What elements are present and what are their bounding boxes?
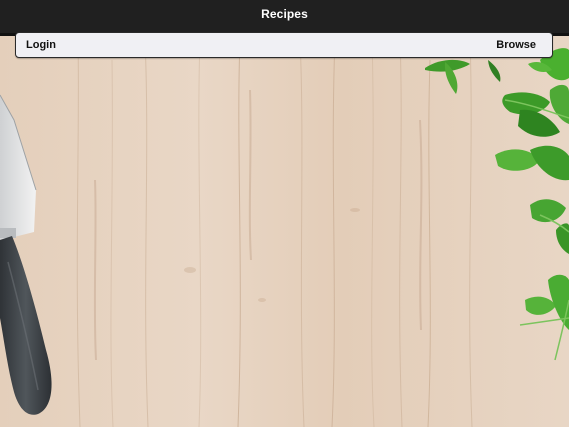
- browse-link[interactable]: Browse: [496, 39, 536, 51]
- app-title: Recipes: [261, 6, 308, 21]
- login-link[interactable]: Login: [26, 39, 56, 51]
- title-bar: Recipes: [0, 0, 569, 36]
- nav-bar: Login Browse: [15, 32, 553, 58]
- app-screen: Recipes Login Browse: [0, 0, 569, 427]
- background-photo: [0, 0, 569, 427]
